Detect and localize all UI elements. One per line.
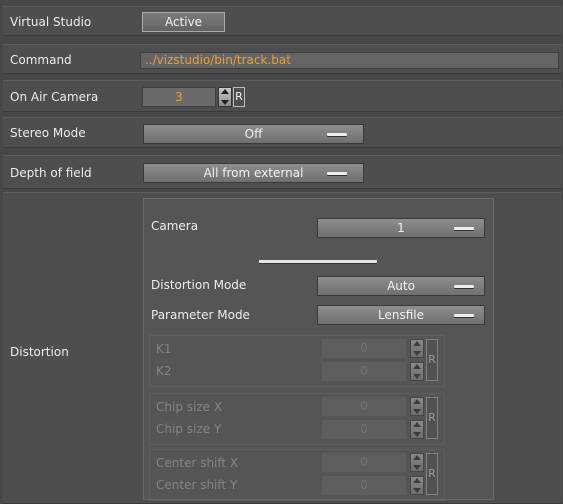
virtual-studio-row: Virtual Studio Active	[3, 6, 562, 36]
dropdown-indicator-icon	[454, 314, 474, 317]
chip-size-group: Chip size X 0 Chip size Y 0 R	[149, 393, 445, 445]
k1-field[interactable]: 0	[322, 339, 406, 358]
parameter-mode-label: Parameter Mode	[151, 308, 250, 322]
center-shift-y-spinner[interactable]	[410, 476, 424, 495]
center-shift-x-spinner[interactable]	[410, 453, 424, 472]
camera-dropdown[interactable]: 1	[317, 218, 485, 238]
spin-up-icon	[413, 422, 421, 427]
chip-size-x-label: Chip size X	[156, 400, 223, 414]
stereo-mode-label: Stereo Mode	[10, 126, 86, 140]
distortion-mode-value: Auto	[387, 279, 415, 293]
center-shift-y-label: Center shift Y	[156, 478, 238, 492]
spin-up-icon	[413, 455, 421, 460]
spin-up-icon	[413, 341, 421, 346]
dropdown-indicator-icon	[327, 133, 347, 136]
center-shift-group: Center shift X 0 Center shift Y 0 R	[149, 449, 445, 501]
spin-down-icon	[413, 351, 421, 356]
camera-label: Camera	[151, 219, 199, 233]
spin-up-icon	[413, 478, 421, 483]
spin-up-icon	[413, 364, 421, 369]
on-air-camera-label: On Air Camera	[10, 90, 99, 104]
virtual-studio-active-button[interactable]: Active	[142, 12, 225, 32]
command-row: Command ../vizstudio/bin/track.bat	[3, 44, 562, 74]
dropdown-indicator-icon	[454, 285, 474, 288]
spin-up-icon	[221, 89, 229, 94]
distortion-mode-dropdown[interactable]: Auto	[317, 276, 485, 296]
chip-size-x-spinner[interactable]	[410, 397, 424, 416]
separator	[259, 260, 377, 263]
k1-spinner[interactable]	[410, 339, 424, 358]
spin-down-icon	[221, 100, 229, 105]
center-shift-x-field[interactable]: 0	[322, 453, 406, 472]
on-air-camera-field[interactable]: 3	[142, 87, 216, 107]
depth-of-field-label: Depth of field	[10, 166, 92, 180]
distortion-label: Distortion	[10, 345, 69, 359]
chip-size-y-field[interactable]: 0	[322, 420, 406, 439]
center-shift-x-label: Center shift X	[156, 456, 239, 470]
parameter-mode-dropdown[interactable]: Lensfile	[317, 305, 485, 325]
k2-spinner[interactable]	[410, 362, 424, 381]
depth-of-field-value: All from external	[203, 166, 304, 180]
dropdown-indicator-icon	[327, 172, 347, 175]
depth-of-field-dropdown[interactable]: All from external	[143, 163, 364, 183]
virtual-studio-label: Virtual Studio	[10, 15, 92, 29]
command-label: Command	[10, 53, 72, 67]
k2-label: K2	[156, 364, 172, 378]
k2-field[interactable]: 0	[322, 362, 406, 381]
camera-value: 1	[397, 221, 405, 235]
dropdown-indicator-icon	[454, 227, 474, 230]
on-air-camera-row: On Air Camera 3 R	[3, 80, 562, 112]
on-air-camera-spinner[interactable]	[218, 87, 232, 107]
chip-size-reset-button[interactable]: R	[426, 397, 438, 439]
spin-down-icon	[413, 465, 421, 470]
center-shift-reset-button[interactable]: R	[426, 453, 438, 495]
distortion-panel: Camera 1 Distortion Mode Auto Parameter …	[143, 198, 494, 501]
k-reset-button[interactable]: R	[426, 339, 438, 381]
stereo-mode-row: Stereo Mode Off	[3, 117, 562, 148]
spin-down-icon	[413, 488, 421, 493]
k-coefficients-group: K1 0 K2 0 R	[149, 335, 445, 387]
spin-down-icon	[413, 432, 421, 437]
on-air-camera-reset-button[interactable]: R	[233, 87, 245, 107]
parameter-mode-value: Lensfile	[378, 308, 424, 322]
k1-label: K1	[156, 342, 172, 356]
stereo-mode-dropdown[interactable]: Off	[143, 124, 364, 144]
spin-down-icon	[413, 409, 421, 414]
stereo-mode-value: Off	[244, 127, 263, 141]
chip-size-y-label: Chip size Y	[156, 422, 222, 436]
chip-size-y-spinner[interactable]	[410, 420, 424, 439]
spin-down-icon	[413, 374, 421, 379]
depth-of-field-row: Depth of field All from external	[3, 155, 562, 189]
command-input[interactable]: ../vizstudio/bin/track.bat	[140, 52, 559, 69]
distortion-mode-label: Distortion Mode	[151, 278, 247, 292]
spin-up-icon	[413, 399, 421, 404]
center-shift-y-field[interactable]: 0	[322, 476, 406, 495]
chip-size-x-field[interactable]: 0	[322, 397, 406, 416]
